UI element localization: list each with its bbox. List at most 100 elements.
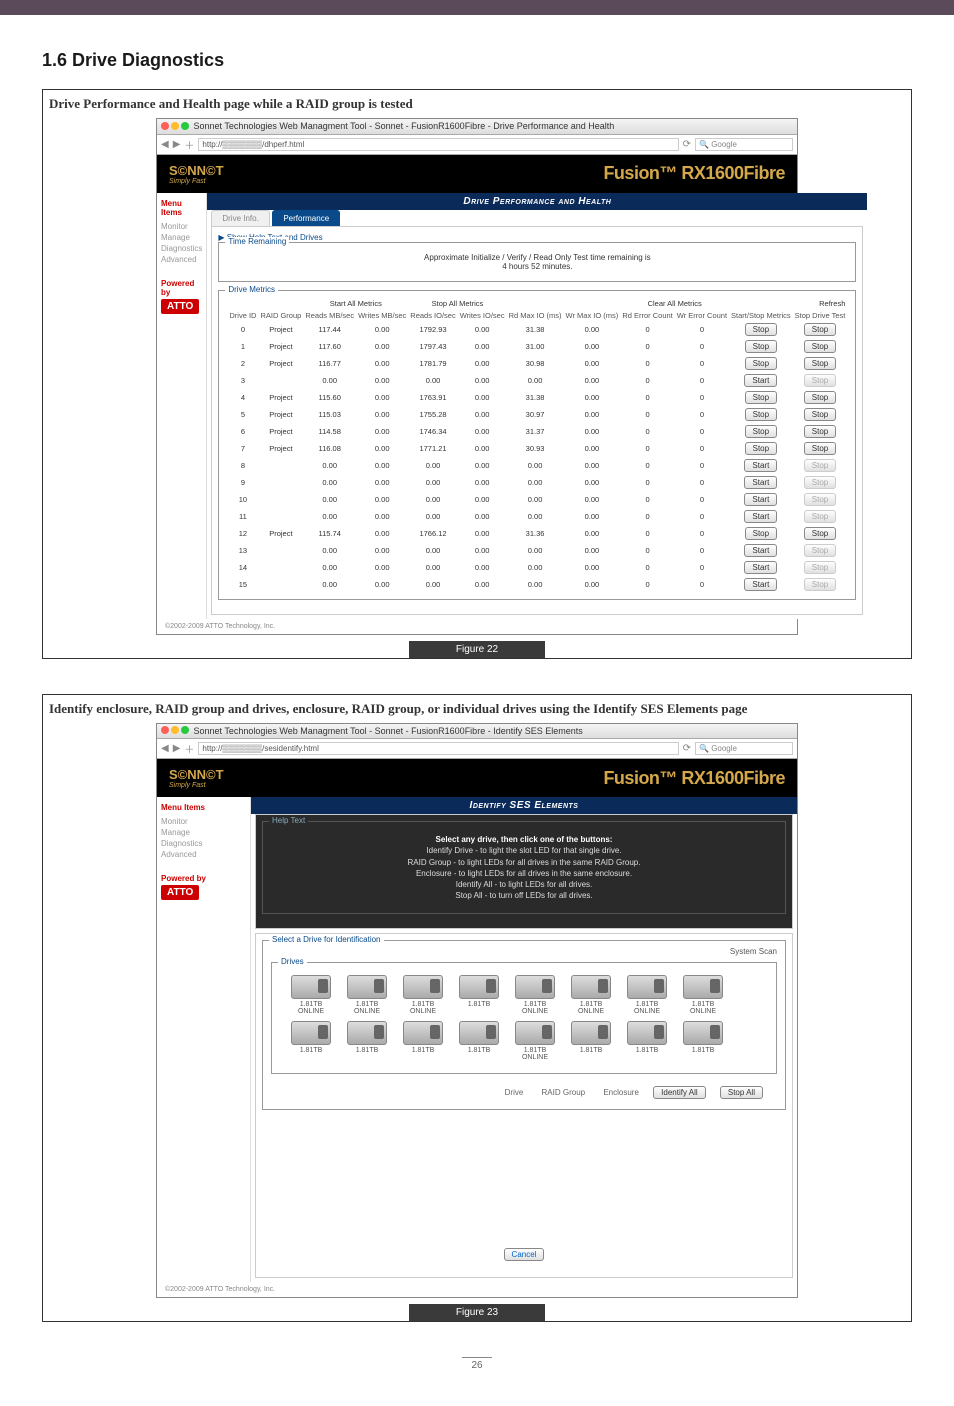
stop-all-header[interactable]: Stop All Metrics — [408, 297, 506, 310]
drive-item[interactable]: 1.81TB — [342, 1021, 392, 1061]
start-stop-btn[interactable]: Start — [744, 476, 777, 489]
drive-test-btn[interactable]: Stop — [804, 374, 836, 387]
zoom-icon[interactable] — [181, 122, 189, 130]
drive-icon — [627, 1021, 667, 1045]
drives-legend: Drives — [278, 957, 307, 966]
sidebar-monitor[interactable]: Monitor — [161, 221, 202, 232]
start-stop-btn[interactable]: Start — [744, 510, 777, 523]
start-stop-btn[interactable]: Start — [744, 374, 777, 387]
id-drive-btn[interactable]: Drive — [505, 1088, 524, 1097]
reload-icon[interactable]: ⟳ — [683, 139, 691, 150]
start-stop-btn[interactable]: Stop — [745, 340, 777, 353]
sidebar-advanced[interactable]: Advanced — [161, 254, 202, 265]
id-enclosure-btn[interactable]: Enclosure — [603, 1088, 639, 1097]
drive-test-btn[interactable]: Stop — [804, 408, 836, 421]
drive-test-btn[interactable]: Stop — [804, 391, 836, 404]
drive-test-btn[interactable]: Stop — [804, 357, 836, 370]
col-header: Stop Drive Test — [793, 310, 848, 321]
drive-item[interactable]: 1.81TB — [398, 1021, 448, 1061]
search-field-1[interactable]: 🔍 Google — [695, 138, 793, 151]
address-bar-2[interactable]: http://▒▒▒▒▒▒▒/sesidentify.html — [198, 742, 678, 755]
system-scan-link[interactable]: System Scan — [271, 947, 777, 956]
nav-add-icon[interactable]: ＋ — [184, 741, 194, 756]
cancel-btn[interactable]: Cancel — [504, 1248, 545, 1261]
drive-icon — [459, 1021, 499, 1045]
start-stop-btn[interactable]: Stop — [745, 391, 777, 404]
drive-item[interactable]: 1.81TB — [286, 1021, 336, 1061]
minimize-icon[interactable] — [171, 122, 179, 130]
start-stop-btn[interactable]: Stop — [745, 442, 777, 455]
zoom-icon[interactable] — [181, 726, 189, 734]
help-l4: Enclosure - to light LEDs for all drives… — [416, 869, 632, 878]
help-l2: Identify Drive - to light the slot LED f… — [426, 846, 621, 855]
atto-logo: ATTO — [161, 299, 199, 314]
nav-fwd-icon[interactable]: ▶ — [173, 139, 181, 150]
stop-all-btn[interactable]: Stop All — [720, 1086, 763, 1099]
start-all-header[interactable]: Start All Metrics — [303, 297, 408, 310]
close-icon[interactable] — [161, 122, 169, 130]
drive-item[interactable]: 1.81TBONLINE — [566, 975, 616, 1015]
drive-test-btn[interactable]: Stop — [804, 459, 836, 472]
drive-test-btn[interactable]: Stop — [804, 493, 836, 506]
sidebar-manage[interactable]: Manage — [161, 232, 202, 243]
drive-test-btn[interactable]: Stop — [804, 323, 836, 336]
drive-item[interactable]: 1.81TB — [454, 975, 504, 1015]
table-row: 80.000.000.000.000.000.0000StartStop — [227, 457, 847, 474]
refresh-header[interactable]: Refresh — [729, 297, 847, 310]
drive-icon — [571, 975, 611, 999]
nav-add-icon[interactable]: ＋ — [184, 137, 194, 152]
drive-test-btn[interactable]: Stop — [804, 527, 836, 540]
sidebar-diagnostics[interactable]: Diagnostics — [161, 838, 246, 849]
nav-back-icon[interactable]: ◀ — [161, 743, 169, 754]
drive-item[interactable]: 1.81TBONLINE — [510, 1021, 560, 1061]
sidebar-advanced[interactable]: Advanced — [161, 849, 246, 860]
drive-test-btn[interactable]: Stop — [804, 476, 836, 489]
drive-item[interactable]: 1.81TBONLINE — [678, 975, 728, 1015]
drive-item[interactable]: 1.81TB — [566, 1021, 616, 1061]
identify-all-btn[interactable]: Identify All — [653, 1086, 705, 1099]
start-stop-btn[interactable]: Start — [744, 493, 777, 506]
drive-item[interactable]: 1.81TBONLINE — [398, 975, 448, 1015]
start-stop-btn[interactable]: Start — [744, 459, 777, 472]
start-stop-btn[interactable]: Stop — [745, 408, 777, 421]
start-stop-btn[interactable]: Start — [744, 544, 777, 557]
drive-item[interactable]: 1.81TBONLINE — [286, 975, 336, 1015]
nav-fwd-icon[interactable]: ▶ — [173, 743, 181, 754]
start-stop-btn[interactable]: Stop — [745, 323, 777, 336]
close-icon[interactable] — [161, 726, 169, 734]
drive-test-btn[interactable]: Stop — [804, 544, 836, 557]
minimize-icon[interactable] — [171, 726, 179, 734]
drive-test-btn[interactable]: Stop — [804, 510, 836, 523]
drive-item[interactable]: 1.81TB — [454, 1021, 504, 1061]
drive-test-btn[interactable]: Stop — [804, 561, 836, 574]
brand-logo: S©NN©T — [169, 767, 224, 782]
col-header: RAID Group — [258, 310, 303, 321]
start-stop-btn[interactable]: Start — [744, 561, 777, 574]
drive-item[interactable]: 1.81TBONLINE — [342, 975, 392, 1015]
start-stop-btn[interactable]: Stop — [745, 357, 777, 370]
reload-icon[interactable]: ⟳ — [683, 743, 691, 754]
sidebar-manage[interactable]: Manage — [161, 827, 246, 838]
id-raid-btn[interactable]: RAID Group — [542, 1088, 586, 1097]
sidebar-diagnostics[interactable]: Diagnostics — [161, 243, 202, 254]
tab-performance[interactable]: Performance — [272, 210, 340, 226]
drive-item[interactable]: 1.81TBONLINE — [510, 975, 560, 1015]
drive-item[interactable]: 1.81TB — [678, 1021, 728, 1061]
nav-back-icon[interactable]: ◀ — [161, 139, 169, 150]
drive-test-btn[interactable]: Stop — [804, 340, 836, 353]
search-field-2[interactable]: 🔍 Google — [695, 742, 793, 755]
start-stop-btn[interactable]: Stop — [745, 527, 777, 540]
page-header-2: Identify SES Elements — [251, 797, 797, 814]
address-bar-1[interactable]: http://▒▒▒▒▒▒▒/dhperf.html — [198, 138, 678, 151]
powered-by-label: Powered by — [161, 279, 202, 297]
clear-all-header[interactable]: Clear All Metrics — [620, 297, 729, 310]
sidebar-monitor[interactable]: Monitor — [161, 816, 246, 827]
tab-drive-info[interactable]: Drive Info. — [211, 210, 269, 226]
drive-test-btn[interactable]: Stop — [804, 578, 836, 591]
drive-test-btn[interactable]: Stop — [804, 425, 836, 438]
start-stop-btn[interactable]: Stop — [745, 425, 777, 438]
drive-test-btn[interactable]: Stop — [804, 442, 836, 455]
drive-item[interactable]: 1.81TBONLINE — [622, 975, 672, 1015]
start-stop-btn[interactable]: Start — [744, 578, 777, 591]
drive-item[interactable]: 1.81TB — [622, 1021, 672, 1061]
